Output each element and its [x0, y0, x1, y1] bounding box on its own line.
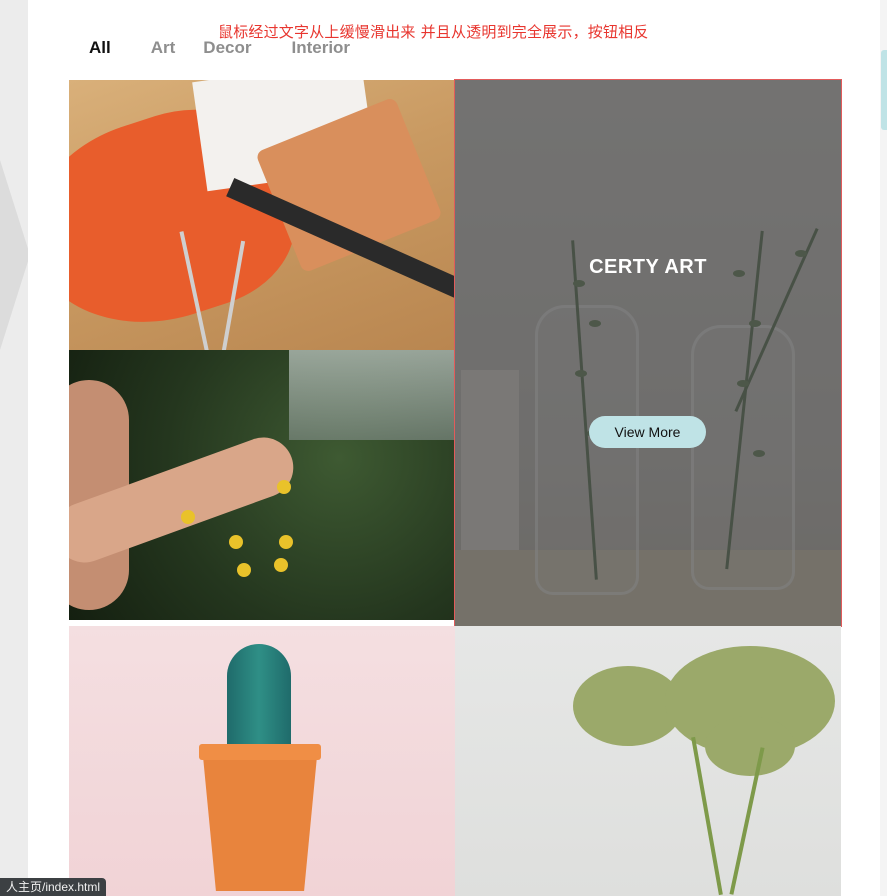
pot-shape: [202, 746, 318, 891]
view-more-button[interactable]: View More: [589, 416, 706, 448]
portfolio-item-tree[interactable]: [455, 626, 841, 896]
filter-art[interactable]: Art: [151, 38, 176, 58]
filter-decor[interactable]: Decor: [203, 38, 251, 58]
portfolio-item-greenhouse[interactable]: [69, 350, 455, 620]
hover-overlay: [455, 80, 841, 626]
filter-all[interactable]: All: [89, 38, 111, 58]
portfolio-item-cactus[interactable]: [69, 626, 455, 896]
portfolio-item-desk[interactable]: [69, 80, 455, 350]
lemon: [274, 558, 288, 572]
scrollbar-track[interactable]: [879, 0, 887, 896]
scroll-accent: [881, 50, 887, 130]
filter-bar: All Art Decor Interior: [89, 38, 350, 58]
item-title: CERTY ART: [589, 256, 707, 278]
pot-rim: [199, 744, 321, 760]
lemon: [237, 563, 251, 577]
status-bar-url: 人主页/index.html: [0, 878, 107, 896]
lemon: [229, 535, 243, 549]
greenhouse-window: [289, 350, 455, 440]
background-triangle: [0, 160, 30, 350]
portfolio-grid: CERTY ART View More: [69, 79, 842, 896]
lemon: [279, 535, 293, 549]
foliage: [705, 716, 795, 776]
lemon: [277, 480, 291, 494]
lemon: [181, 510, 195, 524]
filter-interior[interactable]: Interior: [291, 38, 350, 58]
portfolio-item-vases[interactable]: CERTY ART View More: [454, 79, 842, 627]
